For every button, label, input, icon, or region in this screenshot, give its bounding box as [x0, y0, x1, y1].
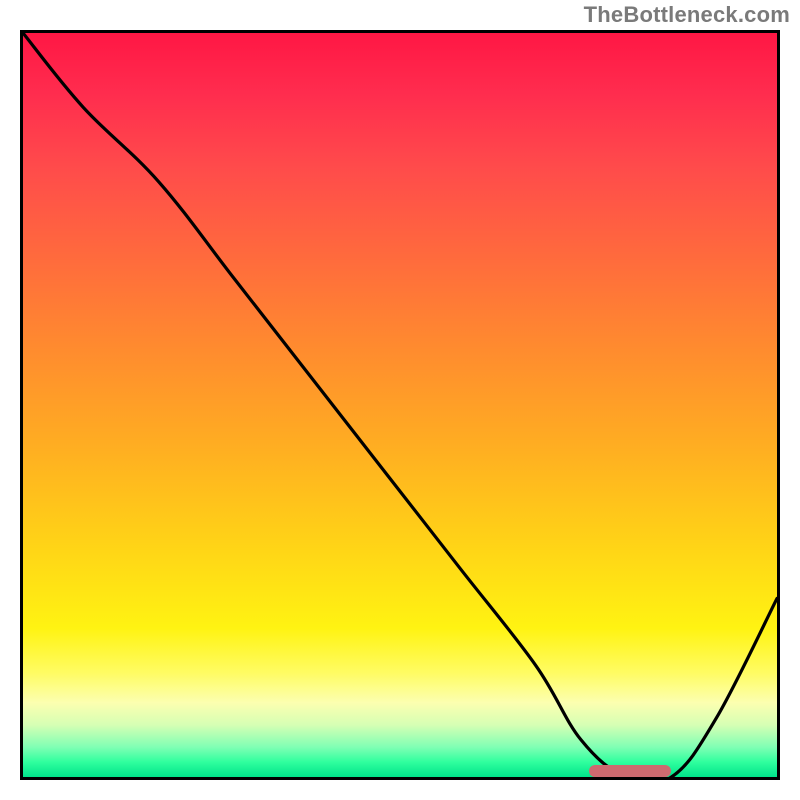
watermark-text: TheBottleneck.com	[584, 2, 790, 28]
bottleneck-curve-path	[23, 33, 777, 777]
chart-plot-area	[20, 30, 780, 780]
optimal-range-marker	[589, 765, 672, 777]
chart-line-layer	[23, 33, 777, 777]
